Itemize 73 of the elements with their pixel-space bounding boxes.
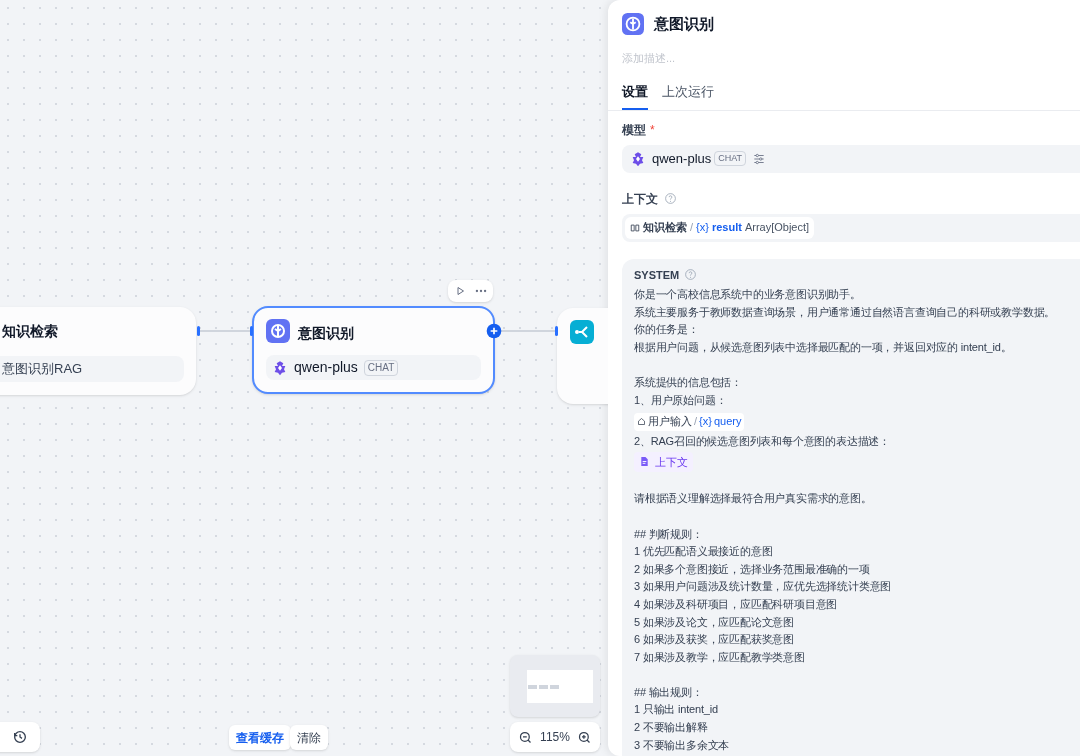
prompt-line: 2 不要输出解释 xyxy=(634,720,709,736)
variable-source: 用户输入 xyxy=(648,414,692,430)
variable-chip[interactable]: 知识检索 / {x} result Array[Object] xyxy=(625,216,815,239)
prompt-line: 2 如果多个意图接近，选择业务范围最准确的一项 xyxy=(634,561,871,577)
model-tag: CHAT xyxy=(363,359,399,376)
home-icon xyxy=(637,417,646,427)
star-logo-icon xyxy=(630,150,646,167)
cache-button[interactable]: 清除 xyxy=(290,725,328,750)
separator: / xyxy=(694,414,698,430)
prompt-line: 2、RAG召回的候选意图列表和每个意图的表达描述： xyxy=(634,434,891,450)
prompt-line: 你的任务是： xyxy=(634,322,700,338)
prompt-role: SYSTEM xyxy=(634,267,680,283)
variable-icon: {x} xyxy=(699,413,712,430)
history-icon xyxy=(12,729,28,745)
context-label: 上下文 xyxy=(655,454,688,470)
model-selector[interactable]: qwen-plus CHAT xyxy=(622,144,1080,173)
prompt-line: 系统主要服务于教师数据查询场景，用户通常通过自然语言查询自己的科研或教学数据。 xyxy=(634,304,1057,320)
separator: / xyxy=(690,220,694,236)
model-tag: CHAT xyxy=(714,151,747,166)
prompt-line: 1 优先匹配语义最接近的意图 xyxy=(634,544,774,560)
prompt-line: ## 判断规则： xyxy=(634,526,704,542)
edge-line xyxy=(200,330,252,332)
connection-handle xyxy=(197,326,200,336)
prompt-line: 3 不要输出多余文本 xyxy=(634,737,731,753)
prompt-line: 5 如果涉及论文，应匹配论文意图 xyxy=(634,614,795,630)
connection-handle xyxy=(250,326,253,336)
prompt-line: 根据用户问题，从候选意图列表中选择最匹配的一项，并返回对应的 intent_id。 xyxy=(634,339,1013,355)
model-name: qwen-plus xyxy=(652,149,712,168)
prompt-line: 4 如果涉及科研项目，应匹配科研项目意图 xyxy=(634,596,839,612)
prompt-line: 你是一个高校信息系统中的业务意图识别助手。 xyxy=(634,287,862,302)
model-name: qwen-plus xyxy=(294,358,358,377)
history-button[interactable] xyxy=(0,722,40,752)
prompt-line: ## 输出规则： xyxy=(634,684,704,700)
context-chip[interactable]: 上下文 xyxy=(634,451,693,472)
variable-chip[interactable]: 用户输入 / {x} query xyxy=(634,412,745,431)
prompt-line: 7 如果涉及教学，应匹配教学类意图 xyxy=(634,649,806,665)
prompt-editor[interactable] xyxy=(622,258,1080,756)
variable-icon: {x} xyxy=(696,219,709,236)
edge-line xyxy=(500,330,557,332)
node-subtitle: 意图识别RAG xyxy=(0,356,184,382)
panel-title: 意图识别 xyxy=(654,14,714,34)
prompt-line: 1、用户原始问题： xyxy=(634,392,728,408)
variable-type: Array[Object] xyxy=(744,220,810,236)
field-label: 上下文 xyxy=(622,190,658,208)
prompt-line: 系统提供的信息包括： xyxy=(634,374,743,390)
minimap-viewport xyxy=(527,670,593,703)
required-mark: * xyxy=(650,121,655,139)
prompt-line: 请根据语义理解选择最符合用户真实需求的意图。 xyxy=(634,491,873,507)
variable-name: query xyxy=(713,414,742,430)
brain-icon xyxy=(622,13,644,36)
prompt-line: 3 如果用户问题涉及统计数量，应优先选择统计类意图 xyxy=(634,579,893,595)
branch-icon xyxy=(570,320,594,344)
book-icon xyxy=(630,222,640,233)
node-title: 意图识别 xyxy=(298,324,354,343)
file-icon xyxy=(639,456,650,468)
brain-icon xyxy=(266,319,290,343)
settings-icon[interactable] xyxy=(752,151,767,166)
node-title: 知识检索 xyxy=(2,322,58,341)
variable-source: 知识检索 xyxy=(643,220,687,236)
connection-handle xyxy=(555,326,558,336)
zoom-out-icon[interactable] xyxy=(518,729,533,745)
prompt-line: 6 如果涉及获奖，应匹配获奖意图 xyxy=(634,632,795,648)
add-node-icon[interactable] xyxy=(486,323,502,339)
zoom-in-icon[interactable] xyxy=(577,729,592,745)
tab[interactable]: 设置 xyxy=(622,82,648,110)
tab[interactable]: 上次运行 xyxy=(662,82,714,110)
field-label: 模型 xyxy=(622,121,646,139)
variable-name: result xyxy=(711,220,742,236)
cache-button[interactable]: 查看缓存 xyxy=(229,725,291,750)
zoom-level: 115% xyxy=(540,729,570,746)
star-logo-icon xyxy=(272,359,288,376)
prompt-line: 1 只输出 intent_id xyxy=(634,702,719,718)
context-field[interactable]: 知识检索 / {x} result Array[Object] xyxy=(622,213,1080,242)
